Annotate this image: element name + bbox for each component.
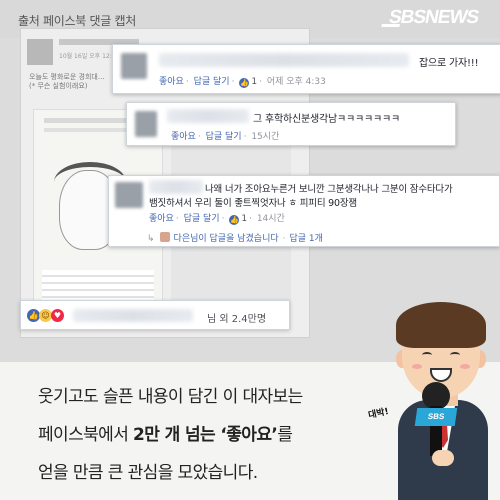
comment-time[interactable]: 어제 오후 4:33	[267, 77, 326, 87]
reporter-eye	[450, 352, 460, 358]
comment-text-line-2: 뱀짓하셔서 우리 둘이 좋트찍엇자나 ㅎ 피피티 90장잼	[149, 198, 357, 209]
reply-summary-text[interactable]: 다은님이 답글을 남겼습니다	[174, 234, 279, 244]
comment-actions: 좋아요 · 답글 달기 · 15시간	[171, 132, 280, 142]
comment-card: 잡으로 가자!!! 좋아요 · 답글 달기 · 👍 1 · 어제 오후 4:33	[112, 44, 500, 94]
thumbs-up-icon: 👍	[229, 215, 240, 225]
love-reaction-icon: ♥	[51, 309, 64, 322]
post-text-line-2: (* 무슨 실험이래요)	[29, 82, 88, 90]
news-card: 출처 페이스북 댓글 캡처 SBSNEWS 10월 16일 오후 12:16 오…	[0, 0, 500, 500]
comment-time[interactable]: 15시간	[251, 132, 279, 142]
commenter-avatar	[135, 111, 157, 137]
comment-card: 그 후학하신분생각남ㅋㅋㅋㅋㅋㅋㅋ 좋아요 · 답글 달기 · 15시간	[126, 102, 456, 146]
like-count[interactable]: 1	[241, 214, 247, 224]
reply-link[interactable]: 답글 달기	[206, 132, 242, 142]
caption-line-2: 페이스북에서 2만 개 넘는 ‘좋아요’를	[38, 425, 293, 445]
blurred-name	[149, 180, 203, 194]
caption-line-3: 얻을 만큼 큰 관심을 모았습니다.	[38, 463, 258, 483]
reporter-hair	[396, 302, 486, 348]
like-count[interactable]: 1	[251, 77, 257, 87]
reaction-summary[interactable]: 님 외 2.4만명	[207, 310, 266, 325]
reply-count[interactable]: 답글 1개	[290, 234, 323, 244]
like-link[interactable]: 좋아요	[159, 77, 184, 87]
reporter-eye	[422, 352, 432, 358]
like-link[interactable]: 좋아요	[171, 132, 196, 142]
blurred-reactor-names	[73, 309, 193, 322]
commenter-avatar	[115, 182, 143, 208]
reactions-bar[interactable]: 👍 ☺ ♥ 님 외 2.4만명	[20, 300, 290, 330]
caption-line-1: 웃기고도 슬픈 내용이 담긴 이 대자보는	[38, 387, 303, 407]
blurred-name	[167, 109, 249, 123]
reporter-blush	[460, 364, 470, 369]
comment-card: 나왜 너가 조아요누른거 보니깐 그분생각나나 그분이 잠수타다가 뱀짓하셔서 …	[108, 175, 500, 247]
comment-text: 잡으로 가자!!!	[419, 58, 479, 69]
thumbs-up-icon: 👍	[239, 78, 250, 88]
comment-time[interactable]: 14시간	[257, 214, 285, 224]
comment-text: 그 후학하신분생각남ㅋㅋㅋㅋㅋㅋㅋ	[253, 114, 400, 125]
commenter-avatar	[121, 53, 147, 79]
replier-avatar	[159, 232, 170, 242]
comment-actions: 좋아요 · 답글 달기 · 👍 1 · 14시간	[149, 214, 285, 225]
microphone-flag: SBS	[414, 408, 458, 426]
reply-link[interactable]: 답글 달기	[194, 77, 230, 87]
reporter-blush	[412, 364, 422, 369]
reporter-brow	[419, 344, 433, 347]
source-label: 출처 페이스북 댓글 캡처	[18, 14, 136, 28]
post-text-line-1: 오늘도 평화로운 경희대...	[29, 73, 105, 81]
post-avatar	[27, 39, 53, 65]
reply-link[interactable]: 답글 달기	[184, 214, 220, 224]
reply-summary[interactable]: ↳ 다은님이 답글을 남겼습니다 · 답글 1개	[147, 231, 323, 244]
reporter-hand	[432, 450, 454, 466]
caption-highlight: 2만 개 넘는 ‘좋아요’	[133, 425, 278, 445]
brand-underline-icon	[381, 24, 400, 27]
comment-actions: 좋아요 · 답글 달기 · 👍 1 · 어제 오후 4:33	[159, 77, 326, 88]
reporter-illustration: SBS	[372, 290, 500, 500]
brand-text: SBSNEWS	[387, 7, 480, 28]
reporter-brow	[448, 344, 462, 347]
post-date: 10월 16일 오후 12:16	[59, 53, 120, 60]
post-text: 오늘도 평화로운 경희대... (* 무슨 실험이래요)	[29, 73, 105, 91]
like-link[interactable]: 좋아요	[149, 214, 174, 224]
comment-text-line-1: 나왜 너가 조아요누른거 보니깐 그분생각나나 그분이 잠수타다가	[205, 184, 453, 195]
brand-logo: SBSNEWS	[381, 7, 480, 29]
blurred-name	[159, 53, 409, 67]
reply-arrow-icon: ↳	[147, 234, 155, 244]
